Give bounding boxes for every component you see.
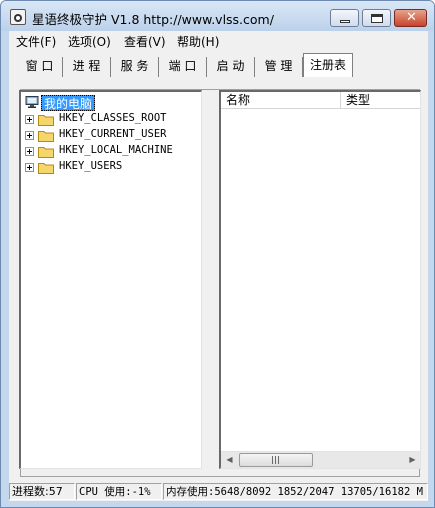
menu-options[interactable]: 选项(O) (68, 33, 111, 50)
maximize-icon (371, 14, 383, 23)
status-process-count: 进程数:57 (9, 483, 75, 500)
tab-service[interactable]: 服 务 (111, 57, 159, 77)
expand-icon[interactable] (25, 147, 34, 156)
registry-tree[interactable]: 我的电脑 HKEY_CLASSES_ROOT HKEY_CURRENT_USER (19, 90, 202, 469)
maximize-button[interactable] (362, 9, 391, 27)
tab-window[interactable]: 窗 口 (17, 57, 63, 77)
tab-startup[interactable]: 启 动 (207, 57, 255, 77)
main-area: 窗 口 进 程 服 务 端 口 启 动 管 理 注册表 我的电脑 HKEY_CL… (9, 50, 428, 501)
grip-icon (272, 456, 280, 464)
scrollbar-thumb[interactable] (239, 453, 313, 467)
column-header-name[interactable]: 名称 (221, 92, 341, 109)
status-memory-usage: 内存使用:5648/8092 1852/2047 13705/16182 M (163, 483, 428, 500)
tab-registry[interactable]: 注册表 (303, 53, 353, 77)
app-icon[interactable] (10, 9, 26, 25)
title-bar[interactable]: 星语终极守护 V1.8 http://www.vlss.com/ ✕ (1, 1, 434, 31)
tree-root-label[interactable]: 我的电脑 (41, 95, 96, 111)
tree-item-label: HKEY_USERS (59, 160, 123, 172)
folder-icon (38, 115, 54, 126)
tree-item-label: HKEY_LOCAL_MACHINE (59, 144, 173, 156)
minimize-button[interactable] (330, 9, 359, 27)
status-bar: 进程数:57 CPU 使用:-1% 内存使用:5648/8092 1852/20… (9, 482, 428, 501)
tree-item-label: HKEY_CLASSES_ROOT (59, 112, 167, 124)
registry-value-list[interactable]: 名称 类型 ◀ ▶ (219, 90, 421, 469)
column-header-type[interactable]: 类型 (341, 92, 420, 109)
folder-icon (38, 163, 54, 174)
scroll-right-icon[interactable]: ▶ (404, 452, 420, 468)
app-window: 星语终极守护 V1.8 http://www.vlss.com/ ✕ 文件(F)… (0, 0, 435, 508)
close-button[interactable]: ✕ (394, 9, 427, 27)
expand-icon[interactable] (25, 163, 34, 172)
computer-icon (25, 96, 39, 108)
folder-icon (38, 131, 54, 142)
tab-manage[interactable]: 管 理 (255, 57, 303, 77)
list-header: 名称 类型 (221, 92, 420, 109)
menu-help[interactable]: 帮助(H) (177, 33, 219, 50)
menu-bar: 文件(F) 选项(O) 查看(V) 帮助(H) (9, 31, 428, 50)
expand-icon[interactable] (25, 131, 34, 140)
scroll-left-icon[interactable]: ◀ (221, 452, 238, 468)
tab-port[interactable]: 端 口 (159, 57, 207, 77)
status-cpu-usage: CPU 使用:-1% (76, 483, 162, 500)
tree-item-label: HKEY_CURRENT_USER (59, 128, 167, 140)
menu-view[interactable]: 查看(V) (124, 33, 166, 50)
expand-icon[interactable] (25, 115, 34, 124)
folder-icon (38, 147, 54, 158)
close-icon: ✕ (406, 10, 417, 25)
horizontal-scrollbar[interactable]: ◀ ▶ (221, 451, 420, 468)
window-title: 星语终极守护 V1.8 http://www.vlss.com/ (32, 12, 274, 27)
menu-file[interactable]: 文件(F) (16, 33, 56, 50)
minimize-icon (340, 20, 350, 23)
tab-process[interactable]: 进 程 (63, 57, 111, 77)
